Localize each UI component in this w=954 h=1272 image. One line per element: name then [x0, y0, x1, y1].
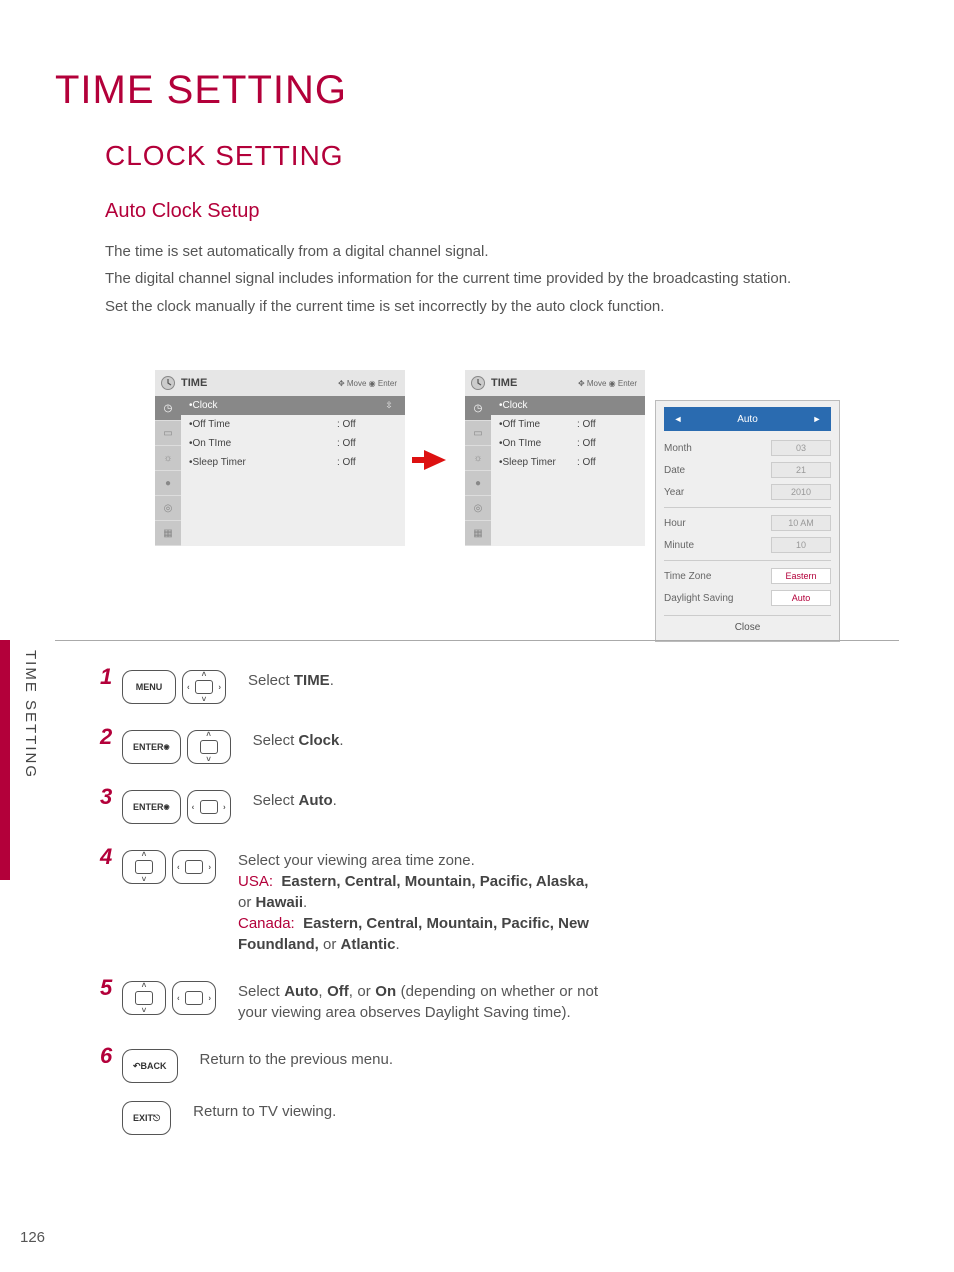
osd-title: TIME: [491, 377, 578, 389]
step-text: Select Clock.: [253, 730, 613, 751]
step-number: 1: [100, 666, 122, 688]
dpad-button[interactable]: ‹›: [172, 850, 216, 884]
clock-row-timezone[interactable]: Time ZoneEastern: [664, 565, 831, 587]
menu-button[interactable]: MENU: [122, 670, 176, 704]
clock-row-minute: Minute10: [664, 534, 831, 556]
step-number: 4: [100, 846, 122, 868]
osd-tab-icon[interactable]: ☼: [465, 446, 491, 470]
clock-row-date: Date21: [664, 459, 831, 481]
page-title: TIME SETTING: [55, 68, 347, 113]
prev-button[interactable]: ◄: [664, 407, 692, 431]
step-number: 3: [100, 786, 122, 808]
osd-item-clock[interactable]: • Clock: [491, 396, 645, 415]
subsection-title: Auto Clock Setup: [105, 200, 260, 223]
clock-row-year: Year2010: [664, 481, 831, 503]
osd-tab-icon[interactable]: ◎: [155, 496, 181, 520]
step-text: Return to the previous menu.: [200, 1049, 560, 1070]
sidebar-accent: [0, 640, 10, 880]
clock-icon: [155, 370, 181, 396]
step-number: 6: [100, 1045, 122, 1067]
step-2: 2 ENTER◉ ˄˅ Select Clock.: [100, 730, 900, 764]
osd-item[interactable]: • Off Time: Off: [491, 415, 645, 434]
step-3: 3 ENTER◉ ‹› Select Auto.: [100, 790, 900, 824]
page-number: 126: [20, 1229, 45, 1246]
osd-tab-icon[interactable]: ◎: [465, 496, 491, 520]
step-text: Select Auto, Off, or On (depending on wh…: [238, 981, 598, 1023]
intro-text: The time is set automatically from a dig…: [105, 240, 899, 322]
back-button[interactable]: ↶BACK: [122, 1049, 178, 1083]
osd-tab-icon[interactable]: ☼: [155, 446, 181, 470]
clock-mode-auto[interactable]: Auto: [692, 407, 803, 431]
dpad-button[interactable]: ‹›: [172, 981, 216, 1015]
osd-item[interactable]: • Off Time: Off: [181, 415, 405, 434]
step-5: 5 ˄˅ ‹› Select Auto, Off, or On (dependi…: [100, 981, 900, 1023]
step-text: Select Auto.: [253, 790, 613, 811]
sidebar-label: TIME SETTING: [22, 650, 39, 779]
osd-item-clock[interactable]: • Clock ⇳: [181, 396, 405, 415]
step-text: Select your viewing area time zone. USA:…: [238, 850, 598, 955]
dpad-button[interactable]: ‹›: [187, 790, 231, 824]
step-number: 2: [100, 726, 122, 748]
steps: 1 MENU ˄˅‹› Select TIME. 2 ENTER◉ ˄˅ Sel…: [100, 670, 900, 1153]
next-button[interactable]: ►: [803, 407, 831, 431]
dpad-button[interactable]: ˄˅: [187, 730, 231, 764]
enter-button[interactable]: ENTER◉: [122, 730, 181, 764]
step-4: 4 ˄˅ ‹› Select your viewing area time zo…: [100, 850, 900, 955]
step-number: 5: [100, 977, 122, 999]
section-title: CLOCK SETTING: [105, 140, 344, 172]
enter-button[interactable]: ENTER◉: [122, 790, 181, 824]
step-1: 1 MENU ˄˅‹› Select TIME.: [100, 670, 900, 704]
osd-tab-icon[interactable]: ▦: [155, 521, 181, 545]
osd-tab-icon[interactable]: ●: [465, 471, 491, 495]
exit-button[interactable]: EXIT ⎋: [122, 1101, 171, 1135]
osd-hint: ✥ Move ◉ Enter: [338, 379, 397, 388]
osd-category-tabs: ◷ ▭ ☼ ● ◎ ▦: [465, 396, 491, 546]
step-exit: EXIT ⎋ Return to TV viewing.: [100, 1101, 900, 1135]
dpad-button[interactable]: ˄˅: [122, 981, 166, 1015]
dpad-button[interactable]: ˄˅‹›: [182, 670, 226, 704]
clock-icon: [465, 370, 491, 396]
osd-tab-icon[interactable]: ▦: [465, 521, 491, 545]
clock-row-month: Month03: [664, 437, 831, 459]
osd-tab-icon[interactable]: ●: [155, 471, 181, 495]
osd-tab-icon[interactable]: ▭: [155, 421, 181, 445]
osd-tab-time-icon[interactable]: ◷: [465, 396, 491, 420]
arrow-icon: [405, 370, 465, 550]
osd-tab-icon[interactable]: ▭: [465, 421, 491, 445]
osd-item[interactable]: • On TIme: Off: [181, 434, 405, 453]
osd-menu-before: TIME ✥ Move ◉ Enter ◷ ▭ ☼ ● ◎ ▦ • Clock …: [155, 370, 405, 546]
clock-row-hour: Hour10 AM: [664, 512, 831, 534]
step-6: 6 ↶BACK Return to the previous menu.: [100, 1049, 900, 1083]
osd-item[interactable]: • On TIme: Off: [491, 434, 645, 453]
step-text: Return to TV viewing.: [193, 1101, 553, 1122]
close-button[interactable]: Close: [664, 615, 831, 633]
dpad-button[interactable]: ˄˅: [122, 850, 166, 884]
osd-title: TIME: [181, 377, 338, 389]
step-text: Select TIME.: [248, 670, 608, 691]
osd-item[interactable]: • Sleep Timer: Off: [491, 453, 645, 472]
clock-row-dst[interactable]: Daylight SavingAuto: [664, 587, 831, 609]
osd-item[interactable]: • Sleep Timer: Off: [181, 453, 405, 472]
osd-tab-time-icon[interactable]: ◷: [155, 396, 181, 420]
divider: [55, 640, 899, 641]
osd-menu-after: TIME ✥ Move ◉ Enter ◷ ▭ ☼ ● ◎ ▦ • Clock …: [465, 370, 645, 546]
clock-settings-panel: ◄ Auto ► Month03 Date21 Year2010 Hour10 …: [655, 400, 840, 642]
osd-hint: ✥ Move ◉ Enter: [578, 379, 637, 388]
osd-category-tabs: ◷ ▭ ☼ ● ◎ ▦: [155, 396, 181, 546]
updown-icon: ⇳: [381, 400, 397, 411]
